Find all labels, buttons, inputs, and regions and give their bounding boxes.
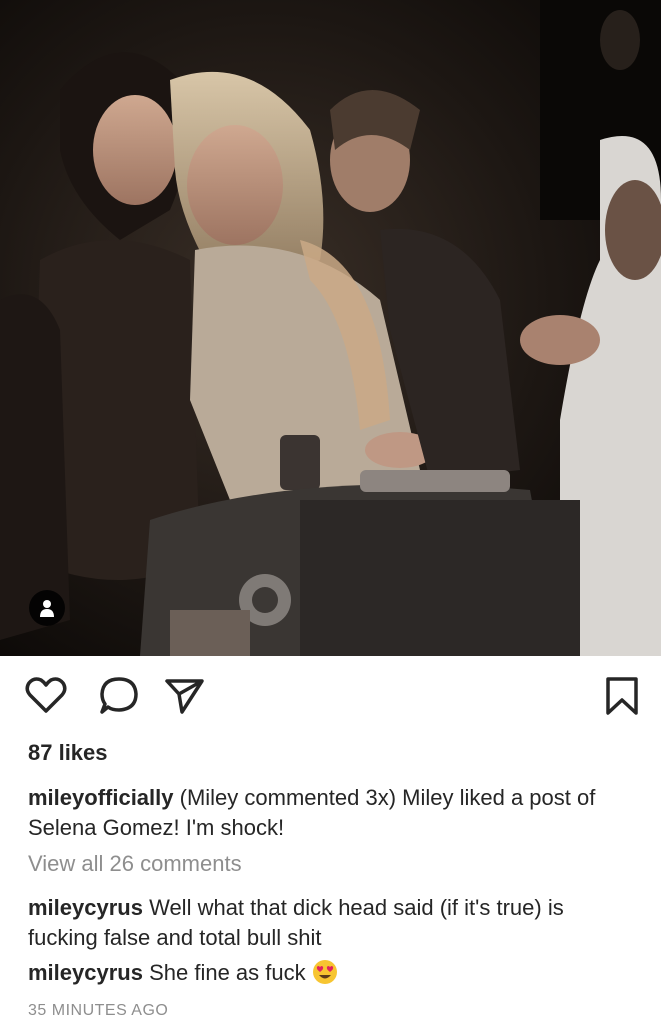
photo-illustration: [0, 0, 661, 656]
paper-plane-icon[interactable]: [162, 674, 206, 718]
view-all-comments-link[interactable]: View all 26 comments: [28, 851, 242, 877]
heart-eyes-emoji: [312, 959, 338, 993]
comment-item: mileycyrus She fine as fuck: [28, 958, 638, 993]
heart-icon[interactable]: [24, 674, 68, 718]
comment-bubble-icon[interactable]: [98, 674, 142, 718]
likes-count[interactable]: 87 likes: [28, 740, 108, 766]
action-bar: [0, 656, 661, 740]
comment-username[interactable]: mileycyrus: [28, 960, 143, 985]
comment-text: She fine as fuck: [142, 960, 306, 985]
bookmark-icon[interactable]: [600, 674, 644, 718]
post-timestamp: 35 MINUTES AGO: [28, 1002, 169, 1019]
post-photo[interactable]: [0, 0, 661, 656]
comment-username[interactable]: mileycyrus: [28, 895, 143, 920]
comment-item: mileycyrus Well what that dick head said…: [28, 893, 638, 953]
caption-username[interactable]: mileyofficially: [28, 785, 174, 810]
user-tag-icon[interactable]: [29, 590, 65, 626]
post-caption: mileyofficially (Miley commented 3x) Mil…: [28, 783, 638, 843]
